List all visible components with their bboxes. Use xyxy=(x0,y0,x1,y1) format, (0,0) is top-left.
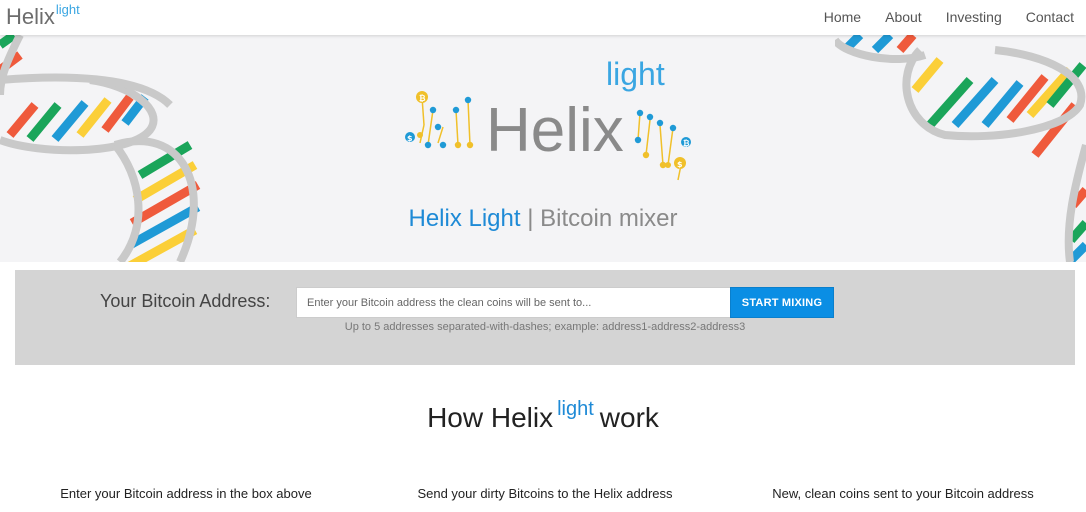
step-3-text: New, clean coins sent to your Bitcoin ad… xyxy=(772,486,1034,501)
address-label: Your Bitcoin Address: xyxy=(100,291,271,311)
nav-about[interactable]: About xyxy=(873,0,934,35)
hero-title-blue: Helix Light xyxy=(408,205,521,232)
nav-home[interactable]: Home xyxy=(812,0,873,35)
hero-title-separator: | xyxy=(520,205,541,232)
nav-contact[interactable]: Contact xyxy=(1014,0,1086,35)
step-2-text: Send your dirty Bitcoins to the Helix ad… xyxy=(417,486,673,501)
step-1-text: Enter your Bitcoin address in the box ab… xyxy=(60,486,312,501)
bitcoin-icon: ₿ xyxy=(419,94,426,103)
coin-chain-left: ₿ $ xyxy=(405,91,474,149)
bitcoin-address-input[interactable] xyxy=(296,287,731,318)
logo-word: Helix xyxy=(486,96,624,165)
brand-sup: light xyxy=(55,2,80,17)
dollar-icon: $ xyxy=(677,160,683,169)
nav-investing[interactable]: Investing xyxy=(934,0,1014,35)
brand-logo-link[interactable]: Helixlight xyxy=(6,2,80,30)
how-sup: light xyxy=(557,398,594,420)
bitcoin-icon: ₿ xyxy=(683,139,690,148)
address-hint: Up to 5 addresses separated-with-dashes;… xyxy=(344,321,746,333)
hero-title-gray: Bitcoin mixer xyxy=(540,205,678,232)
start-mixing-button[interactable]: START MIXING xyxy=(730,287,834,318)
nav-menu: Home About Investing Contact xyxy=(812,0,1086,35)
hero-banner: ₿ $ Helix light $ ₿ Helix Light | Bitcoi… xyxy=(0,35,1086,262)
brand-name: Helix xyxy=(6,4,55,29)
helix-light-logo: ₿ $ Helix light $ ₿ xyxy=(405,56,691,181)
logo-sup: light xyxy=(606,56,665,92)
page: Helixlight Home About Investing Contact xyxy=(0,0,1086,512)
coin-chain-right: $ ₿ xyxy=(634,109,691,181)
address-form-panel: Your Bitcoin Address: START MIXING Up to… xyxy=(15,270,1075,365)
hero-title: Helix Light | Bitcoin mixer xyxy=(0,205,1086,233)
dollar-icon: $ xyxy=(407,134,413,143)
how-prefix: How Helix xyxy=(427,402,554,433)
how-it-works-heading: How Helix light work xyxy=(0,398,1086,434)
navbar: Helixlight Home About Investing Contact xyxy=(0,0,1086,35)
how-suffix: work xyxy=(599,402,659,433)
